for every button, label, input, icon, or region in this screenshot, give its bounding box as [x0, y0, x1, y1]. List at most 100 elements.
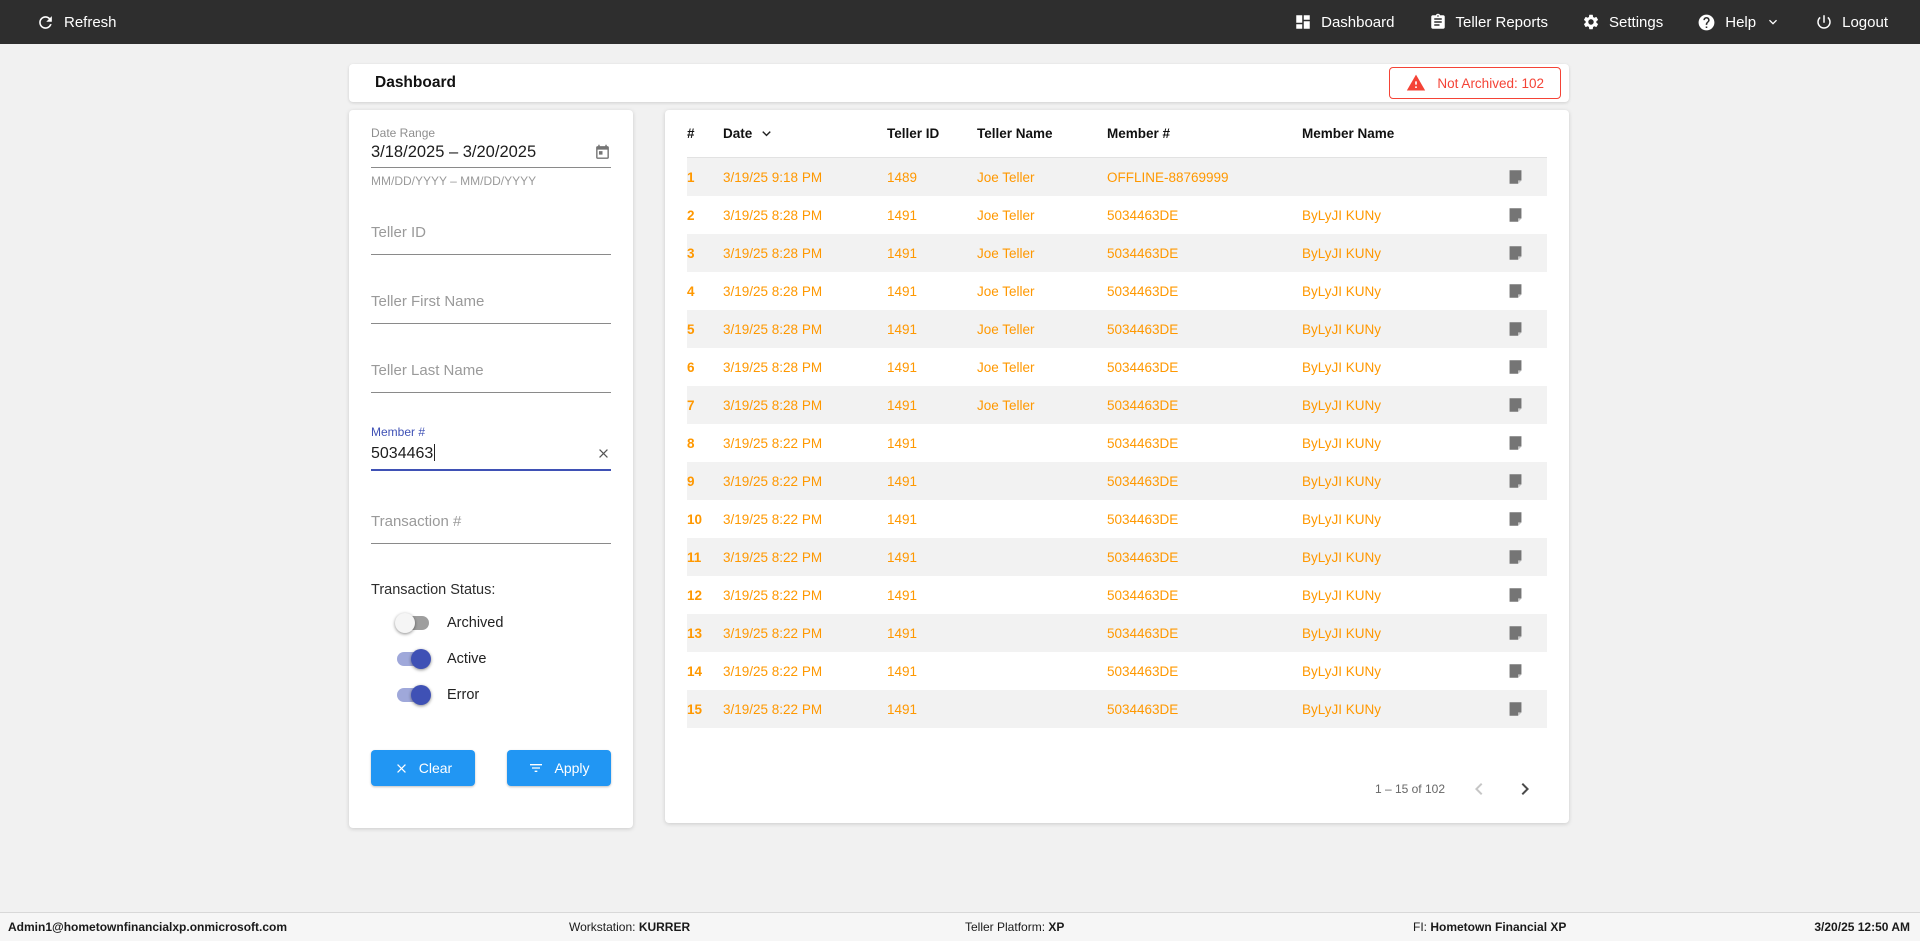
row-member-number: 5034463DE [1107, 625, 1179, 641]
table-row[interactable]: 11 3/19/25 8:22 PM 1491 5034463DE ByLyJI… [687, 538, 1547, 576]
teller-id-input[interactable]: Teller ID [371, 222, 611, 255]
clear-field-icon[interactable] [596, 446, 611, 461]
table-row[interactable]: 5 3/19/25 8:28 PM 1491 Joe Teller 503446… [687, 310, 1547, 348]
row-member-name: ByLyJI KUNy [1302, 549, 1382, 565]
row-number: 13 [687, 625, 703, 641]
nav-label-teller-reports: Teller Reports [1455, 13, 1549, 31]
col-header-date[interactable]: Date [723, 125, 887, 142]
nav-item-teller-reports[interactable]: Teller Reports [1429, 13, 1549, 31]
note-icon[interactable] [1507, 472, 1524, 490]
filter-icon [528, 760, 544, 776]
row-teller-name: Joe Teller [977, 169, 1035, 185]
row-date: 3/19/25 8:28 PM [723, 245, 823, 261]
pagination-range: 1 – 15 of 102 [1374, 782, 1445, 796]
nav-item-help[interactable]: Help [1697, 13, 1781, 32]
table-row[interactable]: 1 3/19/25 9:18 PM 1489 Joe Teller OFFLIN… [687, 158, 1547, 196]
nav-item-logout[interactable]: Logout [1815, 13, 1888, 31]
nav-item-settings[interactable]: Settings [1582, 13, 1663, 31]
table-row[interactable]: 3 3/19/25 8:28 PM 1491 Joe Teller 503446… [687, 234, 1547, 272]
row-member-name: ByLyJI KUNy [1302, 473, 1382, 489]
note-icon[interactable] [1507, 358, 1524, 376]
row-teller-id: 1491 [887, 245, 918, 261]
note-icon[interactable] [1507, 396, 1524, 414]
row-number: 5 [687, 321, 695, 337]
note-icon[interactable] [1507, 320, 1524, 338]
member-number-input[interactable]: 5034463 [371, 442, 611, 471]
note-icon[interactable] [1507, 700, 1524, 718]
apply-button[interactable]: Apply [507, 750, 611, 786]
row-member-number: 5034463DE [1107, 207, 1179, 223]
table-row[interactable]: 8 3/19/25 8:22 PM 1491 5034463DE ByLyJI … [687, 424, 1547, 462]
row-number: 10 [687, 511, 703, 527]
row-member-name: ByLyJI KUNy [1302, 511, 1382, 527]
row-number: 8 [687, 435, 695, 451]
row-date: 3/19/25 8:28 PM [723, 207, 823, 223]
table-row[interactable]: 7 3/19/25 8:28 PM 1491 Joe Teller 503446… [687, 386, 1547, 424]
workstation-info: Workstation: KURRER [569, 920, 691, 934]
table-body: 1 3/19/25 9:18 PM 1489 Joe Teller OFFLIN… [687, 158, 1547, 728]
table-row[interactable]: 2 3/19/25 8:28 PM 1491 Joe Teller 503446… [687, 196, 1547, 234]
clear-button-label: Clear [418, 760, 453, 776]
table-row[interactable]: 14 3/19/25 8:22 PM 1491 5034463DE ByLyJI… [687, 652, 1547, 690]
row-member-number: 5034463DE [1107, 473, 1179, 489]
date-range-field[interactable]: Date Range 3/18/2025 – 3/20/2025 MM/DD/Y… [371, 126, 611, 188]
note-icon[interactable] [1507, 168, 1524, 186]
help-icon [1697, 13, 1716, 32]
warning-icon [1406, 73, 1426, 93]
calendar-icon[interactable] [594, 144, 611, 161]
teller-last-name-input[interactable]: Teller Last Name [371, 360, 611, 393]
note-icon[interactable] [1507, 434, 1524, 452]
row-date: 3/19/25 8:22 PM [723, 701, 823, 717]
logged-in-user: Admin1@hometownfinancialxp.onmicrosoft.c… [8, 920, 288, 934]
apply-button-label: Apply [554, 760, 590, 776]
note-icon[interactable] [1507, 510, 1524, 528]
table-row[interactable]: 9 3/19/25 8:22 PM 1491 5034463DE ByLyJI … [687, 462, 1547, 500]
toggle-switch[interactable] [395, 649, 431, 669]
row-teller-id: 1491 [887, 359, 918, 375]
note-icon[interactable] [1507, 624, 1524, 642]
row-teller-id: 1491 [887, 511, 918, 527]
col-header-member-number: Member # [1107, 126, 1171, 141]
table-row[interactable]: 10 3/19/25 8:22 PM 1491 5034463DE ByLyJI… [687, 500, 1547, 538]
teller-last-name-placeholder: Teller Last Name [371, 362, 484, 379]
teller-id-placeholder: Teller ID [371, 224, 427, 241]
next-page-button[interactable] [1513, 777, 1537, 801]
date-range-hint: MM/DD/YYYY – MM/DD/YYYY [371, 174, 537, 188]
toggle-switch[interactable] [395, 613, 431, 633]
row-teller-id: 1491 [887, 283, 918, 299]
table-row[interactable]: 15 3/19/25 8:22 PM 1491 5034463DE ByLyJI… [687, 690, 1547, 728]
note-icon[interactable] [1507, 206, 1524, 224]
table-row[interactable]: 4 3/19/25 8:28 PM 1491 Joe Teller 503446… [687, 272, 1547, 310]
nav-label-logout: Logout [1842, 13, 1888, 31]
table-row[interactable]: 6 3/19/25 8:28 PM 1491 Joe Teller 503446… [687, 348, 1547, 386]
row-number: 9 [687, 473, 695, 489]
row-teller-id: 1491 [887, 625, 918, 641]
row-date: 3/19/25 8:28 PM [723, 321, 823, 337]
refresh-button[interactable]: Refresh [36, 13, 117, 32]
clear-button[interactable]: Clear [371, 750, 475, 786]
chevron-right-icon [1521, 783, 1529, 795]
toggle-switch[interactable] [395, 685, 431, 705]
note-icon[interactable] [1507, 662, 1524, 680]
row-teller-id: 1489 [887, 169, 918, 185]
teller-first-name-input[interactable]: Teller First Name [371, 291, 611, 324]
transaction-number-input[interactable]: Transaction # [371, 511, 611, 544]
chevron-down-icon [1765, 14, 1781, 30]
chevron-left-icon [1475, 783, 1483, 795]
table-row[interactable]: 13 3/19/25 8:22 PM 1491 5034463DE ByLyJI… [687, 614, 1547, 652]
row-number: 1 [687, 169, 695, 185]
not-archived-badge[interactable]: Not Archived: 102 [1389, 67, 1561, 99]
note-icon[interactable] [1507, 586, 1524, 604]
prev-page-button[interactable] [1467, 777, 1491, 801]
note-icon[interactable] [1507, 548, 1524, 566]
row-member-number: 5034463DE [1107, 549, 1179, 565]
refresh-label: Refresh [64, 13, 117, 31]
power-icon [1815, 13, 1833, 31]
transaction-status-label: Transaction Status: [371, 582, 496, 598]
nav-item-dashboard[interactable]: Dashboard [1294, 13, 1395, 31]
current-datetime: 3/20/25 12:50 AM [1814, 920, 1910, 934]
note-icon[interactable] [1507, 282, 1524, 300]
note-icon[interactable] [1507, 244, 1524, 262]
table-row[interactable]: 12 3/19/25 8:22 PM 1491 5034463DE ByLyJI… [687, 576, 1547, 614]
row-member-name: ByLyJI KUNy [1302, 283, 1382, 299]
